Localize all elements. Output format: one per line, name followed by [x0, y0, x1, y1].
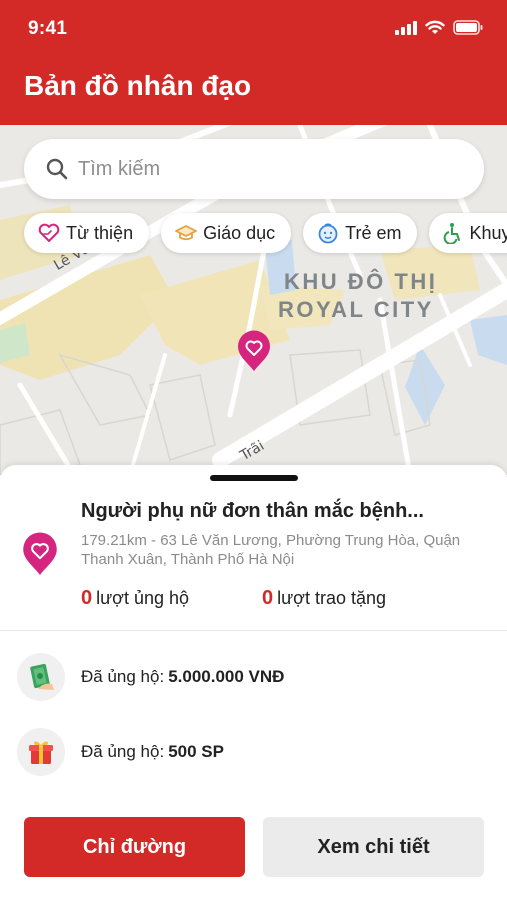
goods-value: 500 SP [168, 742, 224, 761]
support-count: 0 [81, 587, 93, 609]
gift-icon [17, 728, 65, 776]
place-title[interactable]: Người phụ nữ đơn thân mắc bệnh... [81, 500, 424, 523]
view-details-button[interactable]: Xem chi tiết [263, 817, 484, 877]
child-face-icon [317, 222, 339, 244]
support-label: lượt ủng hộ [96, 588, 190, 608]
map-view[interactable]: Lê Văn Trãi KHU ĐÔ THỊ ROYAL CITY Tìm ki… [0, 125, 507, 475]
support-stat: 0 lượt ủng hộ [81, 587, 189, 610]
wifi-icon [425, 20, 445, 34]
cash-hand-icon [17, 653, 65, 701]
chip-label: Giáo dục [203, 222, 276, 243]
chip-label: Từ thiện [66, 222, 134, 243]
drag-handle[interactable] [210, 475, 298, 481]
chip-label: Khuyết [469, 222, 507, 243]
area-label-line1: KHU ĐÔ THỊ [284, 269, 438, 294]
place-detail-sheet: Người phụ nữ đơn thân mắc bệnh... 179.21… [0, 465, 507, 900]
donate-stat: 0 lượt trao tặng [262, 587, 386, 610]
donate-count: 0 [262, 587, 274, 609]
directions-button[interactable]: Chỉ đường [24, 817, 245, 877]
map-pin-icon[interactable] [237, 330, 271, 372]
area-label-line2: ROYAL CITY [278, 297, 434, 322]
search-icon [46, 158, 68, 180]
chip-charity[interactable]: Từ thiện [24, 213, 150, 253]
money-donation-text: Đã ủng hộ: 5.000.000 VNĐ [81, 667, 284, 687]
heart-hands-icon [38, 223, 60, 243]
category-chips: Từ thiện Giáo dục Trẻ em Khuyết [24, 213, 507, 253]
goods-donation-text: Đã ủng hộ: 500 SP [81, 742, 224, 762]
chip-education[interactable]: Giáo dục [161, 213, 292, 253]
place-address: 179.21km - 63 Lê Văn Lương, Phường Trung… [81, 532, 461, 568]
page-title: Bản đồ nhân đạo [24, 70, 252, 101]
search-input[interactable]: Tìm kiếm [78, 158, 160, 181]
wheelchair-icon [443, 222, 463, 244]
divider [0, 630, 507, 631]
status-bar: 9:41 [0, 0, 507, 56]
chip-disability[interactable]: Khuyết [429, 213, 507, 253]
donate-label: lượt trao tặng [277, 588, 387, 608]
chip-children[interactable]: Trẻ em [303, 213, 418, 253]
money-value: 5.000.000 VNĐ [168, 667, 285, 686]
goods-label: Đã ủng hộ: [81, 742, 165, 761]
status-time: 9:41 [28, 18, 68, 39]
graduation-cap-icon [175, 224, 197, 242]
goods-donation-row: Đã ủng hộ: 500 SP [17, 728, 487, 776]
app-header: 9:41 Bản đồ nhân đạo [0, 0, 507, 125]
battery-icon [453, 20, 483, 35]
money-donation-row: Đã ủng hộ: 5.000.000 VNĐ [17, 653, 487, 701]
signal-icon [395, 20, 417, 35]
location-pin-icon [23, 532, 57, 575]
chip-label: Trẻ em [345, 222, 402, 243]
status-icons [395, 20, 483, 35]
money-label: Đã ủng hộ: [81, 667, 165, 686]
search-bar[interactable]: Tìm kiếm [24, 139, 484, 199]
